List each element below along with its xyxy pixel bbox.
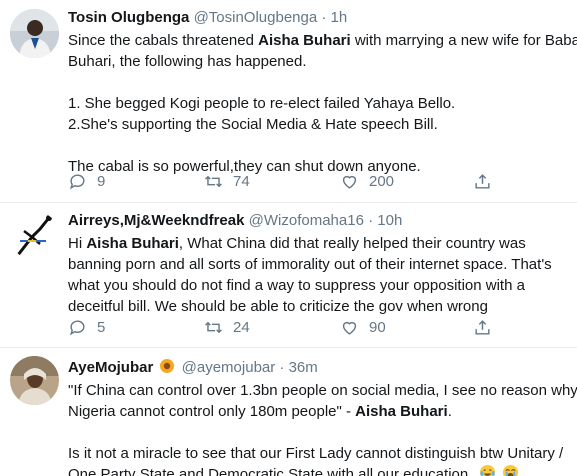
text-line: Nigeria cannot control only 180m people"…	[68, 403, 452, 420]
tweet-text: "If China can control over 1.3bn people …	[68, 380, 577, 476]
tweet-2[interactable]: Airreys,Mj&Weekndfreak @Wizofomaha16 · 1…	[0, 203, 577, 348]
text-line: Hi Aisha Buhari, What China did that rea…	[68, 235, 526, 252]
tweet-text: Since the cabals threatened Aisha Buhari…	[68, 30, 577, 177]
avatar[interactable]	[10, 356, 59, 405]
share-button[interactable]	[473, 316, 492, 338]
text-line: banning porn and all sorts of immorality…	[68, 256, 552, 273]
tweet-3[interactable]: AyeMojubar @ayemojubar · 36m "If China c…	[0, 348, 577, 476]
retweet-arrows-icon	[205, 175, 222, 187]
retweet-count: 24	[233, 318, 250, 336]
text-line: deceitful bill. We should be able to cri…	[68, 298, 488, 315]
display-name[interactable]: Airreys,Mj&Weekndfreak	[68, 212, 244, 229]
user-handle[interactable]: @ayemojubar	[182, 359, 276, 376]
reply-button[interactable]: 9	[68, 170, 105, 192]
share-upload-icon	[475, 319, 490, 335]
retweet-button[interactable]: 74	[204, 170, 250, 192]
speech-bubble-icon	[69, 319, 85, 335]
text-line: "If China can control over 1.3bn people …	[68, 382, 577, 399]
text-line: One Party State and Democratic State wit…	[68, 464, 573, 476]
text-line: what you should do not find a way to sup…	[68, 277, 525, 294]
retweet-arrows-icon	[205, 321, 222, 333]
avatar[interactable]	[10, 211, 59, 260]
user-handle[interactable]: @TosinOlugbenga	[194, 9, 318, 26]
text-line: 2.She's supporting the Social Media & Ha…	[68, 116, 438, 133]
retweet-count: 74	[233, 172, 250, 190]
action-bar: 9 74 200	[68, 170, 508, 192]
action-bar: 5 24 90	[68, 316, 508, 338]
text-line: 1. She begged Kogi people to re-elect fa…	[68, 95, 456, 112]
like-count: 90	[369, 318, 386, 336]
text-line: Buhari, the following has happened.	[68, 53, 307, 70]
reply-count: 5	[97, 318, 106, 336]
reply-button[interactable]: 5	[68, 316, 105, 338]
timestamp[interactable]: 1h	[331, 9, 348, 26]
text-line: Since the cabals threatened Aisha Buhari…	[68, 32, 577, 49]
mention-aisha-buhari: Aisha Buhari	[86, 235, 179, 252]
user-handle[interactable]: @Wizofomaha16	[249, 212, 364, 229]
mention-aisha-buhari: Aisha Buhari	[258, 32, 351, 49]
like-button[interactable]: 200	[340, 170, 394, 192]
tweet-feed: Tosin Olugbenga @TosinOlugbenga · 1h Sin…	[0, 0, 577, 476]
separator-dot: ·	[279, 359, 285, 376]
timestamp[interactable]: 10h	[377, 212, 402, 229]
tweet-text: Hi Aisha Buhari, What China did that rea…	[68, 233, 573, 317]
mention-aisha-buhari: Aisha Buhari	[355, 403, 448, 420]
reply-count: 9	[97, 172, 106, 190]
separator-dot: ·	[368, 212, 374, 229]
display-name[interactable]: AyeMojubar	[68, 359, 153, 376]
heart-icon	[342, 175, 357, 189]
heart-icon	[342, 321, 357, 335]
display-name[interactable]: Tosin Olugbenga	[68, 9, 189, 26]
speech-bubble-icon	[69, 173, 85, 189]
avatar[interactable]	[10, 9, 59, 58]
tweet-1[interactable]: Tosin Olugbenga @TosinOlugbenga · 1h Sin…	[0, 0, 577, 203]
tears-of-joy-emoji	[479, 464, 495, 476]
share-button[interactable]	[473, 170, 492, 192]
like-count: 200	[369, 172, 395, 190]
text-line: Is it not a miracle to see that our Firs…	[68, 445, 564, 462]
separator-dot: ·	[321, 9, 327, 26]
timestamp[interactable]: 36m	[289, 359, 318, 376]
share-upload-icon	[475, 173, 490, 189]
like-button[interactable]: 90	[340, 316, 386, 338]
loudly-crying-emoji	[502, 464, 518, 476]
retweet-button[interactable]: 24	[204, 316, 250, 338]
sunflower-badge-icon	[160, 359, 175, 373]
